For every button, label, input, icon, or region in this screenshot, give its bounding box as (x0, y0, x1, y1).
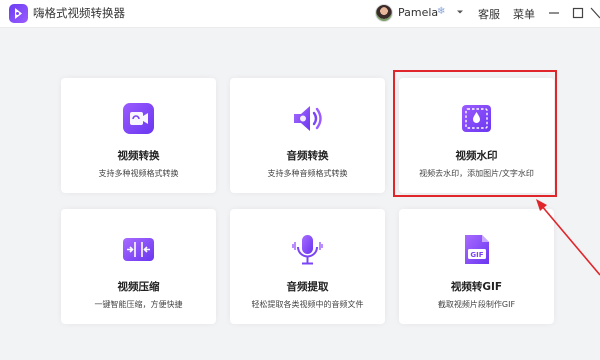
annotation-arrow (536, 199, 600, 276)
